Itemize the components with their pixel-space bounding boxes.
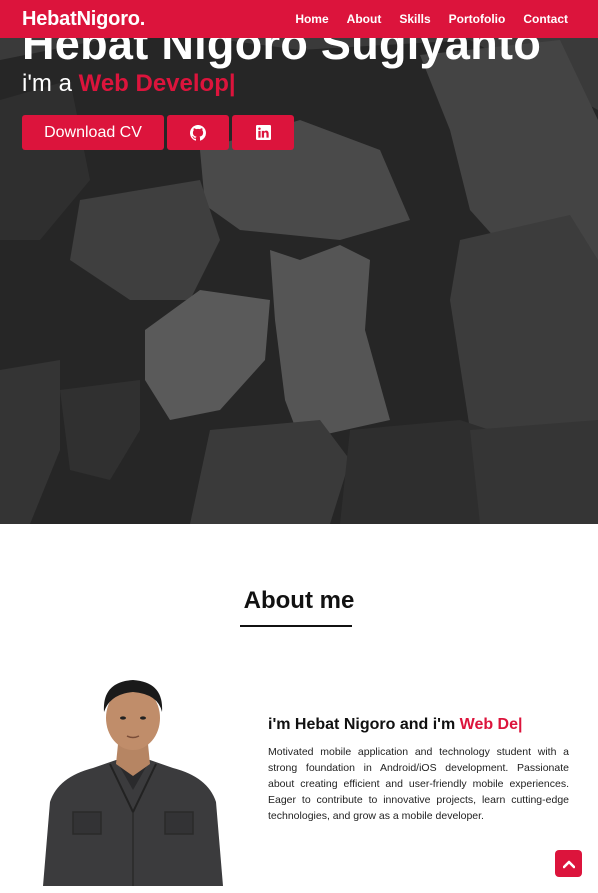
nav-item-about: About <box>347 10 382 28</box>
about-heading: i'm Hebat Nigoro and i'm Web De| <box>268 716 522 734</box>
about-heading-prefix: i'm Hebat Nigoro and i'm <box>268 716 460 733</box>
about-typed-text: Web De| <box>459 716 523 733</box>
nav-link-skills[interactable]: Skills <box>399 12 430 26</box>
nav-item-portofolio: Portofolio <box>449 10 506 28</box>
nav-link-contact[interactable]: Contact <box>523 12 568 26</box>
nav-link-home[interactable]: Home <box>295 12 328 26</box>
about-title: About me <box>243 587 355 614</box>
navbar: HebatNigoro. Home About Skills Portofoli… <box>0 0 598 38</box>
github-icon <box>190 124 206 141</box>
github-button[interactable] <box>167 115 229 150</box>
hero-buttons: Download CV <box>22 115 294 150</box>
hero-section: Hebat Nigoro Sugiyanto i'm a Web Develop… <box>0 0 598 524</box>
linkedin-button[interactable] <box>232 115 294 150</box>
linkedin-icon <box>255 125 271 140</box>
nav-item-contact: Contact <box>523 10 568 28</box>
about-description: Motivated mobile application and technol… <box>268 746 569 822</box>
hero-typed-text: Web Develop| <box>78 70 236 97</box>
brand-logo[interactable]: HebatNigoro. <box>22 8 145 31</box>
back-to-top-button[interactable] <box>555 850 582 877</box>
about-title-underline <box>240 625 352 627</box>
nav-menu: Home About Skills Portofolio Contact <box>295 10 568 28</box>
nav-link-about[interactable]: About <box>347 12 382 26</box>
hero-subtitle: i'm a Web Develop| <box>22 70 236 98</box>
hero-subtitle-prefix: i'm a <box>22 70 79 97</box>
nav-item-skills: Skills <box>399 10 430 28</box>
download-cv-button[interactable]: Download CV <box>22 115 164 150</box>
nav-link-portofolio[interactable]: Portofolio <box>449 12 506 26</box>
chevron-up-icon <box>562 860 575 868</box>
profile-photo <box>43 680 223 886</box>
nav-item-home: Home <box>295 10 328 28</box>
